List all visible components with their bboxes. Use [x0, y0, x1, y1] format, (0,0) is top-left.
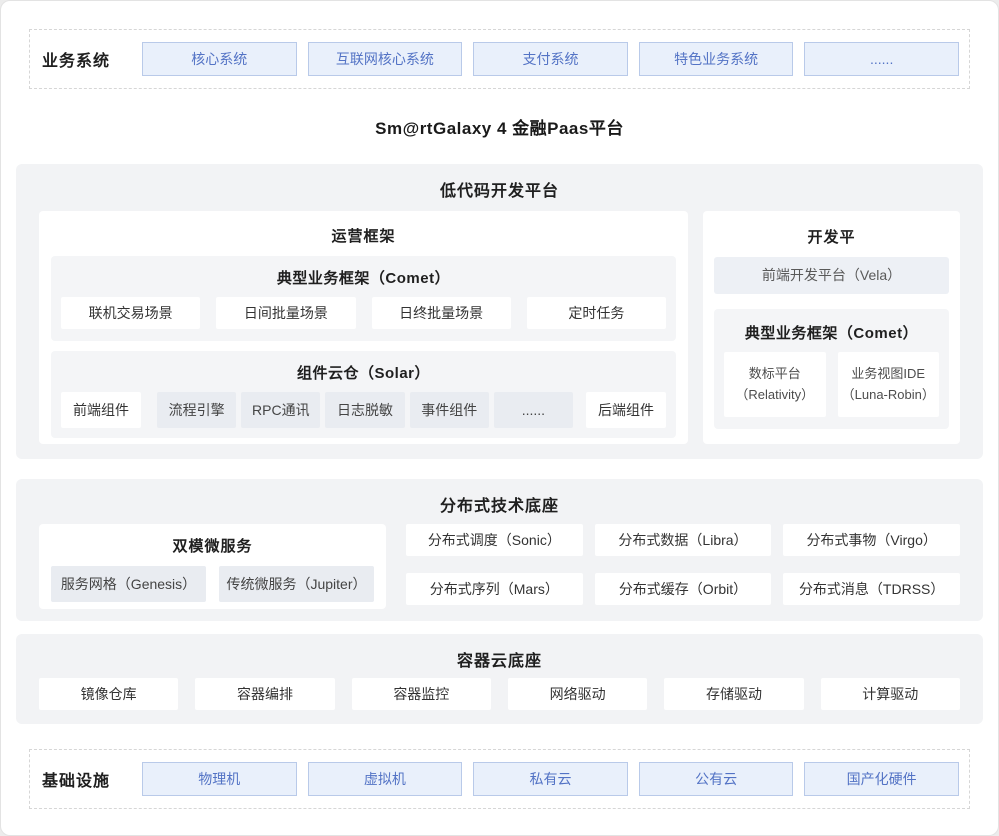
chip-more-components: ...... — [494, 392, 573, 428]
chip-virtual-machine: 虚拟机 — [308, 762, 463, 796]
distributed-base-section: 分布式技术底座 双模微服务 服务网格（Genesis） 传统微服务（Jupite… — [16, 479, 983, 621]
chip-distributed-data-libra: 分布式数据（Libra） — [595, 524, 772, 556]
card-relativity-line2: （Relativity） — [726, 384, 824, 405]
chip-more-systems: ...... — [804, 42, 959, 76]
solar-components-row: 前端组件 流程引擎 RPC通讯 日志脱敏 事件组件 ...... 后端组件 — [61, 392, 666, 428]
chip-rpc-communication: RPC通讯 — [241, 392, 320, 428]
chip-event-component: 事件组件 — [410, 392, 489, 428]
solar-component-box: 组件云仓（Solar） 前端组件 流程引擎 RPC通讯 日志脱敏 事件组件 ..… — [51, 351, 676, 438]
chip-internet-core-system: 互联网核心系统 — [308, 42, 463, 76]
lowcode-platform-section: 低代码开发平台 运营框架 典型业务框架（Comet） 联机交易场景 日间批量场景… — [16, 164, 983, 459]
chip-distributed-message-tdrss: 分布式消息（TDRSS） — [783, 573, 960, 605]
chip-special-business-system: 特色业务系统 — [639, 42, 794, 76]
lowcode-section-title: 低代码开发平台 — [39, 164, 960, 199]
chip-frontend-dev-platform-vela: 前端开发平台（Vela） — [714, 257, 949, 294]
chip-container-monitoring: 容器监控 — [352, 678, 491, 710]
chip-log-masking: 日志脱敏 — [325, 392, 404, 428]
chip-payment-system: 支付系统 — [473, 42, 628, 76]
comet-framework-box: 典型业务框架（Comet） 联机交易场景 日间批量场景 日终批量场景 定时任务 — [51, 256, 676, 341]
dev-comet-framework-title: 典型业务框架（Comet） — [724, 315, 939, 352]
operation-framework-box: 运营框架 典型业务框架（Comet） 联机交易场景 日间批量场景 日终批量场景 … — [39, 211, 688, 444]
container-section-title: 容器云底座 — [39, 634, 960, 669]
chip-domestic-hardware: 国产化硬件 — [804, 762, 959, 796]
chip-endofday-batch-scenario: 日终批量场景 — [372, 297, 511, 329]
dev-comet-cards: 数标平台 （Relativity） 业务视图IDE （Luna-Robin） — [724, 352, 939, 417]
chip-core-system: 核心系统 — [142, 42, 297, 76]
business-systems-row: 业务系统 核心系统 互联网核心系统 支付系统 特色业务系统 ...... — [29, 29, 970, 89]
chip-container-orchestration: 容器编排 — [195, 678, 334, 710]
card-relativity-line1: 数标平台 — [726, 363, 824, 384]
dual-mode-title: 双模微服务 — [51, 532, 374, 566]
chip-frontend-component: 前端组件 — [61, 392, 141, 428]
dual-mode-microservice-box: 双模微服务 服务网格（Genesis） 传统微服务（Jupiter） — [39, 524, 386, 609]
infrastructure-label: 基础设施 — [40, 767, 142, 791]
architecture-diagram: 业务系统 核心系统 互联网核心系统 支付系统 特色业务系统 ...... Sm@… — [0, 0, 999, 836]
card-luna-robin-ide: 业务视图IDE （Luna-Robin） — [838, 352, 940, 417]
dev-comet-framework-box: 典型业务框架（Comet） 数标平台 （Relativity） 业务视图IDE … — [714, 309, 949, 429]
chip-compute-driver: 计算驱动 — [821, 678, 960, 710]
chip-distributed-scheduling-sonic: 分布式调度（Sonic） — [406, 524, 583, 556]
chip-distributed-sequence-mars: 分布式序列（Mars） — [406, 573, 583, 605]
chip-image-registry: 镜像仓库 — [39, 678, 178, 710]
card-relativity-platform: 数标平台 （Relativity） — [724, 352, 826, 417]
business-systems-label: 业务系统 — [40, 47, 142, 71]
distributed-body: 双模微服务 服务网格（Genesis） 传统微服务（Jupiter） 分布式调度… — [39, 524, 960, 609]
chip-service-mesh-genesis: 服务网格（Genesis） — [51, 566, 206, 602]
container-base-section: 容器云底座 镜像仓库 容器编排 容器监控 网络驱动 存储驱动 计算驱动 — [16, 634, 983, 724]
chip-process-engine: 流程引擎 — [157, 392, 236, 428]
infrastructure-row: 基础设施 物理机 虚拟机 私有云 公有云 国产化硬件 — [29, 749, 970, 809]
chip-private-cloud: 私有云 — [473, 762, 628, 796]
comet-scenarios-row: 联机交易场景 日间批量场景 日终批量场景 定时任务 — [61, 297, 666, 329]
dual-mode-row: 服务网格（Genesis） 传统微服务（Jupiter） — [51, 566, 374, 602]
business-systems-chips: 核心系统 互联网核心系统 支付系统 特色业务系统 ...... — [142, 42, 959, 76]
dev-platform-box: 开发平 前端开发平台（Vela） 典型业务框架（Comet） 数标平台 （Rel… — [703, 211, 960, 444]
comet-framework-title: 典型业务框架（Comet） — [61, 260, 666, 297]
distributed-section-title: 分布式技术底座 — [39, 479, 960, 514]
chip-traditional-microservice-jupiter: 传统微服务（Jupiter） — [219, 566, 374, 602]
chip-storage-driver: 存储驱动 — [664, 678, 803, 710]
lowcode-body: 运营框架 典型业务框架（Comet） 联机交易场景 日间批量场景 日终批量场景 … — [39, 211, 960, 444]
card-luna-robin-line1: 业务视图IDE — [840, 363, 938, 384]
card-luna-robin-line2: （Luna-Robin） — [840, 384, 938, 405]
chip-scheduled-task: 定时任务 — [527, 297, 666, 329]
chip-intraday-batch-scenario: 日间批量场景 — [216, 297, 355, 329]
chip-distributed-cache-orbit: 分布式缓存（Orbit） — [595, 573, 772, 605]
container-items-row: 镜像仓库 容器编排 容器监控 网络驱动 存储驱动 计算驱动 — [39, 678, 960, 710]
chip-public-cloud: 公有云 — [639, 762, 794, 796]
operation-framework-title: 运营框架 — [51, 221, 676, 256]
chip-physical-machine: 物理机 — [142, 762, 297, 796]
distributed-services-grid: 分布式调度（Sonic） 分布式数据（Libra） 分布式事物（Virgo） 分… — [406, 524, 960, 609]
chip-online-transaction-scenario: 联机交易场景 — [61, 297, 200, 329]
platform-title: Sm@rtGalaxy 4 金融Paas平台 — [1, 89, 998, 164]
chip-distributed-transaction-virgo: 分布式事物（Virgo） — [783, 524, 960, 556]
dev-platform-title: 开发平 — [714, 221, 949, 257]
infrastructure-chips: 物理机 虚拟机 私有云 公有云 国产化硬件 — [142, 762, 959, 796]
chip-network-driver: 网络驱动 — [508, 678, 647, 710]
solar-component-title: 组件云仓（Solar） — [61, 355, 666, 392]
chip-backend-component: 后端组件 — [586, 392, 666, 428]
